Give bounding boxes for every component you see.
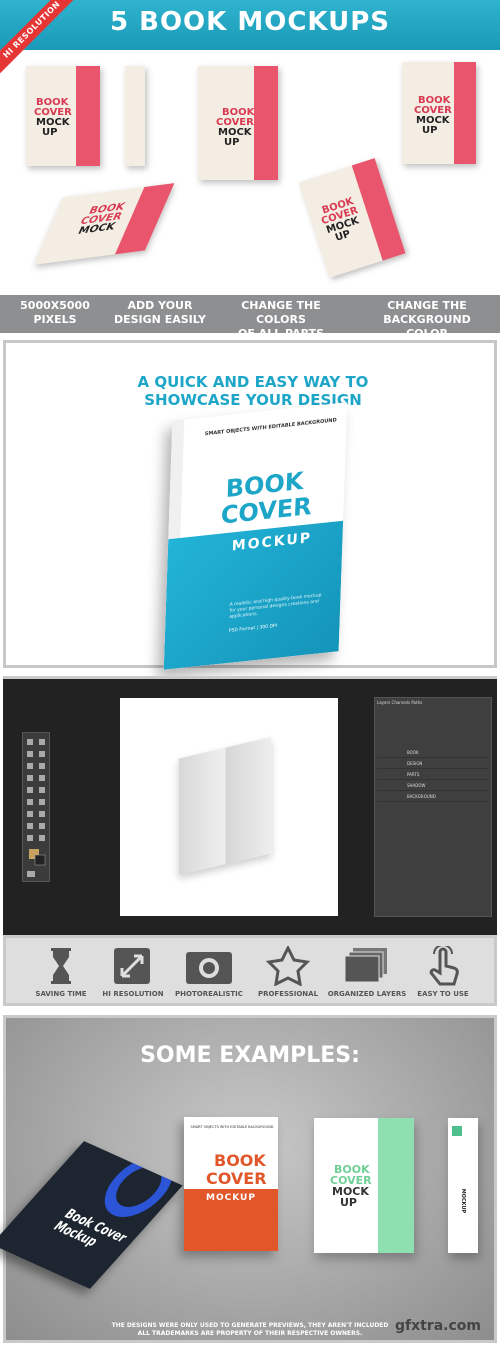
feature-line: DESIGN EASILY [113,313,207,326]
example-book-spine: MOCKUP [448,1118,478,1253]
feature-line: CHANGE THE COLORS [241,299,321,326]
cover-top-text: SMART OBJECTS WITH EDITABLE BACKGROUND [204,417,337,438]
example-title: UP [340,1196,357,1209]
layers-panel: Layers Channels Paths BOOK DESIGN PARTS … [374,697,492,917]
book-mockup-right: BOOK COVER MOCK UP [402,62,476,164]
feature-line: ADD YOUR [127,299,193,312]
showcase-book: SMART OBJECTS WITH EDITABLE BACKGROUND B… [163,402,348,670]
book-title: UP [42,127,58,138]
page-title: 5 BOOK MOCKUPS [109,7,390,37]
book-title: UP [422,125,438,136]
book-mockup-angled: BOOK COVER MOCK UP [198,66,278,180]
book-mockup-tilted: BOOK COVER MOCK UP [298,158,406,278]
feature-line: CHANGE THE [387,299,467,312]
feature-item: CHANGE THE COLORS OF ALL PARTS [216,299,346,341]
page: 5 BOOK MOCKUPS HI RESOLUTION BOOK COVER … [0,0,500,1347]
benefit-label: PHOTOREALISTIC [175,990,243,998]
grey-book [178,736,272,876]
book-mockup-spine [125,66,145,166]
expand-icon [114,948,150,984]
feature-line: OF ALL PARTS [237,327,325,340]
layer-row[interactable]: DESIGN [377,759,489,769]
watermark: gfxtra.com [395,1318,482,1334]
book-title: UP [224,137,240,148]
book-mockup-flat: BOOK COVER MOCK [33,183,175,265]
tab-layers[interactable]: Layers [377,700,390,705]
book-mockup-front: BOOK COVER MOCK UP [26,66,100,166]
layers-icon [344,948,387,983]
hand-tap-icon [429,946,459,986]
example-book-orange: SMART OBJECTS WITH EDITABLE BACKGROUND B… [184,1117,278,1251]
tools-panel [22,732,50,882]
showcase-heading: A QUICK AND EASY WAY TO SHOWCASE YOUR DE… [6,373,500,409]
example-book-green: BOOK COVER MOCK UP [314,1118,414,1253]
hourglass-icon [51,948,71,984]
benefit-label: EASY TO USE [417,990,469,998]
layer-row[interactable]: BOOK [377,748,489,758]
example-title: BOOK [214,1151,266,1170]
tab-channels[interactable]: Channels [392,700,411,705]
tab-paths[interactable]: Paths [411,700,422,705]
spine-text: MOCKUP [460,1188,466,1214]
feature-item: 5000X5000 PIXELS [0,299,110,327]
feature-line: BACKGROUND COLOR [383,313,471,340]
layers-tabs: Layers Channels Paths [377,700,422,705]
heading-line: SHOWCASE YOUR DESIGN [144,391,362,409]
example-title: COVER [206,1169,267,1188]
canvas[interactable] [120,698,338,916]
tools-icons [27,739,46,877]
feature-line: PIXELS [33,313,77,326]
layer-row[interactable]: PARTS [377,770,489,780]
example-top-text: SMART OBJECTS WITH EDITABLE BACKGROUND [190,1125,274,1129]
examples-heading: SOME EXAMPLES: [140,1043,360,1068]
feature-item: CHANGE THE BACKGROUND COLOR [362,299,492,341]
benefit-label: PROFESSIONAL [257,990,319,998]
star-icon [265,946,311,986]
feature-line: 5000X5000 [20,299,90,312]
layer-row[interactable]: SHADOW [377,781,489,791]
book-title: UP [333,228,352,244]
camera-icon [186,952,232,984]
heading-line: A QUICK AND EASY WAY TO [137,373,369,391]
example-subtitle: MOCKUP [206,1193,256,1203]
layer-row[interactable]: BACKGROUND [377,792,489,802]
feature-item: ADD YOUR DESIGN EASILY [105,299,215,327]
